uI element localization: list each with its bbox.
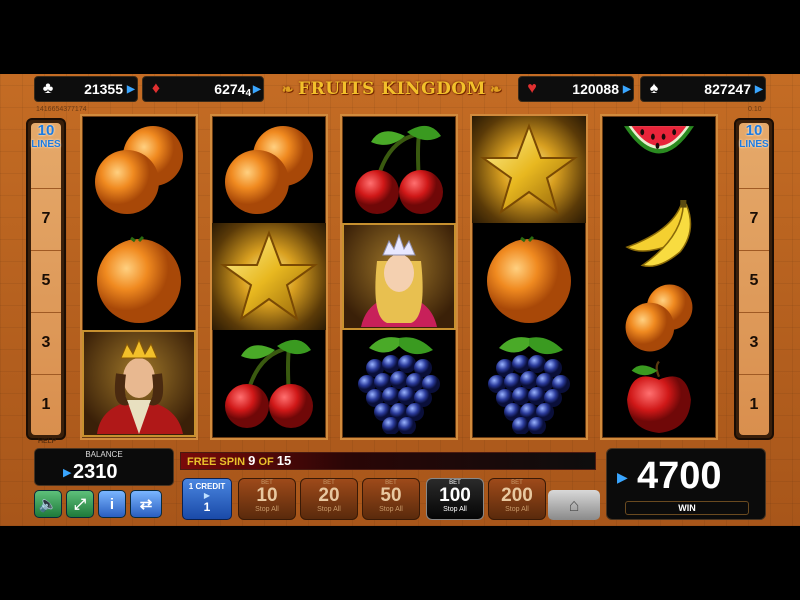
info-icon: i (109, 495, 115, 513)
arrow-icon: ▶ (203, 491, 211, 500)
game-title: FRUITS KINGDOM (268, 76, 516, 102)
win-panel: ▶ 4700 WIN (606, 448, 766, 520)
reel-4 (470, 114, 588, 440)
queen-symbol (342, 223, 456, 330)
diamond-icon: ♦ (151, 80, 161, 97)
orange-symbol (472, 223, 586, 330)
star-symbol (472, 116, 586, 223)
version: 0.10 (748, 106, 762, 113)
bet-button-50[interactable]: BET 50 Stop All (362, 478, 420, 520)
game-area: ♣ 21355 ▶ ♦ 6274 4 ▶ FRUITS KINGDOM ♥ 12… (0, 74, 800, 526)
orange-symbol (82, 223, 196, 330)
arrow-icon: ▶ (253, 83, 261, 95)
cherries-symbol (342, 116, 456, 223)
reel-5 (600, 114, 718, 440)
line-number: 5 (749, 272, 759, 289)
free-spin-of: OF (258, 456, 274, 468)
orange-pair-symbol (602, 278, 716, 358)
line-number: 3 (41, 334, 51, 351)
star-symbol (212, 223, 326, 330)
orange-pair-symbol (212, 116, 326, 223)
gamble-button[interactable]: ⇄ (130, 490, 162, 518)
credit-label: 1 CREDIT (188, 482, 226, 491)
heart-icon: ♥ (527, 80, 537, 97)
jackpot-diamond: ♦ 6274 4 ▶ (142, 76, 264, 102)
jackpot-value: 120088 (572, 81, 619, 97)
win-label: WIN (625, 501, 749, 515)
lines-indicator-left[interactable]: 10 LINES 7 5 3 1 (26, 118, 66, 440)
credit-value: 1 (203, 500, 211, 514)
free-spin-bar: FREE SPIN 9 OF 15 (180, 452, 596, 470)
bananas-symbol (602, 198, 716, 278)
reel-1 (80, 114, 198, 440)
sound-button[interactable]: 🔈 (34, 490, 62, 518)
cherries-symbol (212, 330, 326, 437)
session-id: 1416654377174 (36, 106, 87, 113)
arrow-icon: ▶ (623, 83, 631, 95)
home-button[interactable]: ⌂ (548, 490, 600, 520)
reel-2 (210, 114, 328, 440)
grapes-symbol (342, 330, 456, 437)
jackpot-value: 827247 (704, 81, 751, 97)
bet-button-10[interactable]: BET 10 Stop All (238, 478, 296, 520)
balance-panel: BALANCE ▶ 2310 (34, 448, 174, 486)
apple-symbol (602, 358, 716, 438)
line-number: 1 (41, 396, 51, 413)
jackpot-value: 21355 (84, 81, 123, 97)
free-spin-current: 9 (248, 453, 256, 468)
reel-3 (340, 114, 458, 440)
credit-button[interactable]: 1 CREDIT ▶ 1 (182, 478, 232, 520)
home-icon: ⌂ (568, 494, 580, 515)
watermelon-symbol (602, 118, 716, 198)
grapes-symbol (472, 330, 586, 437)
balance-value: 2310 (73, 461, 118, 483)
orange-pair-symbol (82, 116, 196, 223)
jackpot-club: ♣ 21355 ▶ (34, 76, 138, 102)
club-icon: ♣ (42, 80, 54, 97)
line-number: 1 (749, 396, 759, 413)
swap-icon: ⇄ (139, 496, 153, 513)
win-value: 4700 (637, 455, 722, 497)
jackpot-value: 6274 (214, 81, 246, 97)
free-spin-total: 15 (276, 453, 292, 468)
arrow-icon: ▶ (755, 83, 763, 95)
info-button[interactable]: i (98, 490, 126, 518)
bet-button-200[interactable]: BET 200 Stop All (488, 478, 546, 520)
bet-button-20[interactable]: BET 20 Stop All (300, 478, 358, 520)
speaker-icon: 🔈 (38, 496, 58, 513)
line-number: 3 (749, 334, 759, 351)
fullscreen-button[interactable]: ⤢ (66, 490, 94, 518)
arrow-icon: ▶ (617, 469, 628, 485)
line-number: 7 (41, 210, 51, 227)
free-spin-label: FREE SPIN (187, 456, 246, 468)
lines-count: 10 LINES (31, 122, 61, 150)
arrow-icon: ▶ (127, 83, 135, 95)
arrow-icon: ▶ (63, 467, 72, 479)
lines-count: 10 LINES (739, 122, 769, 150)
expand-icon: ⤢ (73, 495, 86, 513)
line-number: 7 (749, 210, 759, 227)
jackpot-spade: ♠ 827247 ▶ (640, 76, 766, 102)
king-symbol (82, 330, 196, 437)
spade-icon: ♠ (649, 80, 659, 97)
help-label[interactable]: HELP (38, 438, 56, 445)
balance-label: BALANCE (85, 450, 123, 459)
bet-button-100[interactable]: BET 100 Stop All (426, 478, 484, 520)
lines-indicator-right[interactable]: 10 LINES 7 5 3 1 (734, 118, 774, 440)
line-number: 5 (41, 272, 51, 289)
jackpot-heart: ♥ 120088 ▶ (518, 76, 634, 102)
jackpot-sub: 4 (245, 87, 251, 99)
